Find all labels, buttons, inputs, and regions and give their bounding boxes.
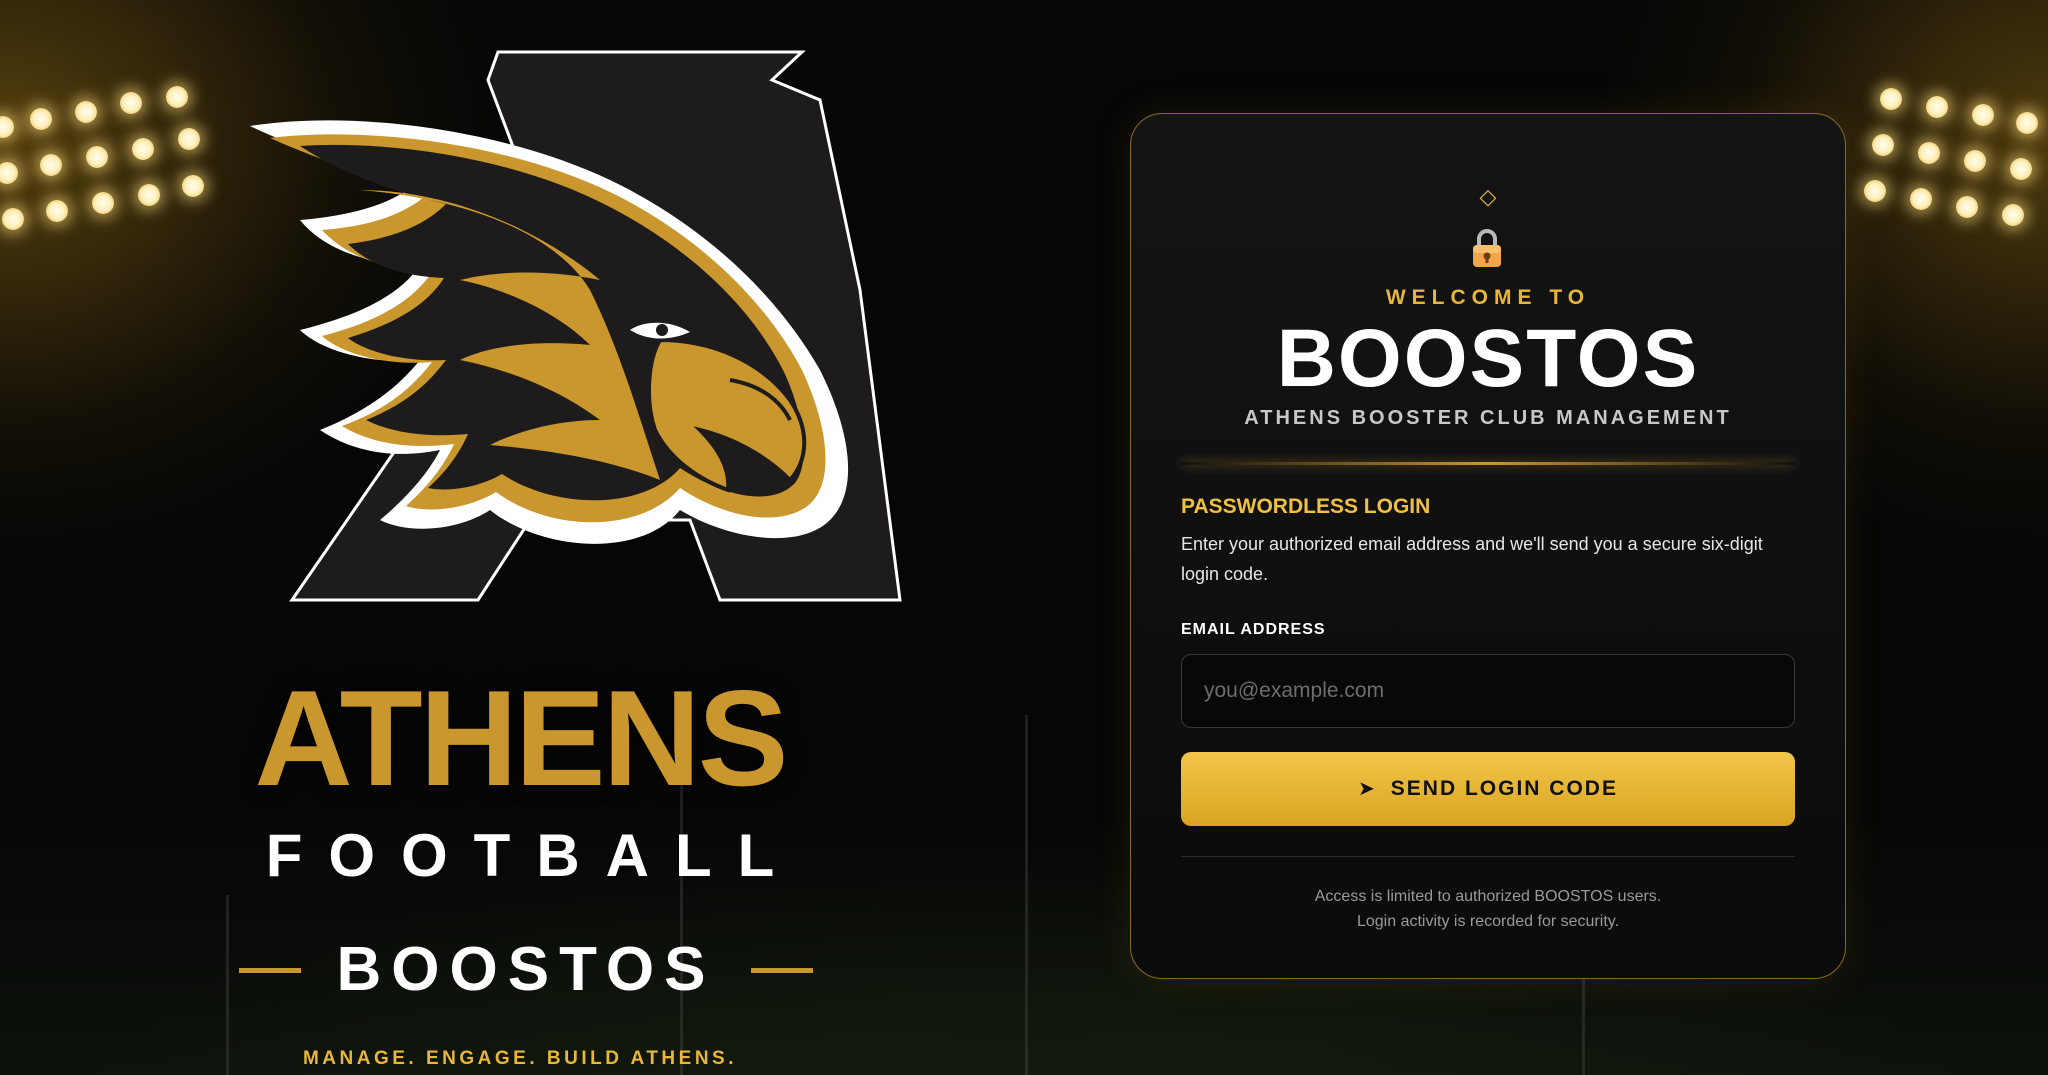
send-icon: ➤ [1358, 778, 1375, 800]
email-label: EMAIL ADDRESS [1181, 621, 1326, 638]
divider [1181, 462, 1795, 465]
footer-divider [1181, 856, 1795, 857]
app-name-row: BOOSTOS [216, 930, 836, 1010]
team-name: ATHENS [254, 662, 788, 814]
hawk-icon [250, 50, 902, 602]
lock-icon [1471, 228, 1503, 268]
tagline: MANAGE. ENGAGE. BUILD ATHENS. [302, 1048, 737, 1069]
card-subtitle: ATHENS BOOSTER CLUB MANAGEMENT [1244, 407, 1732, 429]
login-card: ◇ WELCOME TO BOOSTOS ATHENS BOOSTER CLUB… [1130, 113, 1846, 979]
security-note: Access is limited to authorized BOOSTOS … [1131, 884, 1845, 934]
security-note-line: Access is limited to authorized BOOSTOS … [1314, 888, 1662, 905]
brand-panel: ATHENS FOOTBALL BOOSTOS MANAGE. ENGAGE. … [180, 30, 902, 1070]
email-field[interactable] [1181, 654, 1795, 728]
section-heading: PASSWORDLESS LOGIN [1181, 495, 1431, 518]
send-login-code-button[interactable]: ➤ SEND LOGIN CODE [1181, 752, 1795, 826]
sport-name: FOOTBALL [265, 822, 801, 889]
welcome-label: WELCOME TO [1385, 286, 1591, 309]
athens-hawk-logo [250, 40, 920, 640]
card-title: BOOSTOS [1276, 313, 1700, 404]
diamond-icon: ◇ [1479, 184, 1497, 209]
send-button-label: SEND LOGIN CODE [1390, 777, 1618, 800]
app-name: BOOSTOS [336, 935, 716, 1004]
security-note-line: Login activity is recorded for security. [1356, 913, 1620, 930]
decorative-dash [238, 967, 301, 973]
decorative-dash [751, 967, 814, 973]
section-description: Enter your authorized email address and … [1181, 534, 1763, 584]
goal-post [1025, 715, 1028, 1075]
